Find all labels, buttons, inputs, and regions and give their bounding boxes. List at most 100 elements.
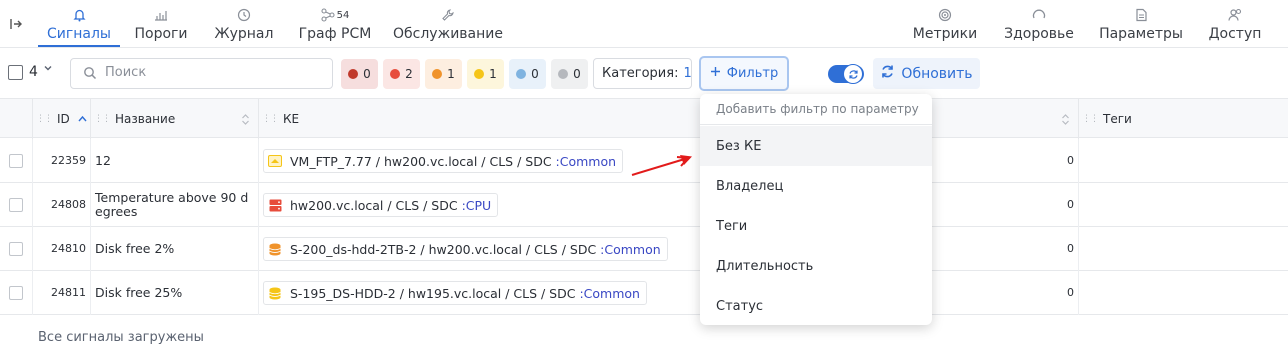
row-checkbox[interactable] — [9, 198, 23, 212]
annotation-arrow — [631, 155, 692, 176]
drag-handle-icon[interactable]: ⋮⋮ — [262, 114, 279, 124]
ke-type: :CPU — [461, 197, 492, 213]
ke-type: :Common — [579, 285, 640, 301]
column-divider — [90, 227, 91, 271]
tab-parameters[interactable]: Параметры — [1099, 0, 1183, 48]
chevron-down-icon[interactable] — [43, 63, 53, 76]
row-value: 0 — [1067, 286, 1074, 299]
signal-name: Temperature above 90 degrees — [95, 190, 249, 219]
tab-access[interactable]: Доступ — [1207, 0, 1263, 48]
selected-count: 4 — [29, 64, 38, 80]
column-divider — [258, 227, 259, 271]
ke-link[interactable]: S-195_DS-HDD-2 / hw195.vc.local / CLS / … — [263, 281, 647, 305]
ke-link[interactable]: S-200_ds-hdd-2TB-2 / hw200.vc.local / CL… — [263, 237, 668, 261]
sort-icon[interactable] — [1061, 113, 1070, 126]
column-header-ke[interactable]: ⋮⋮ КЕ — [262, 99, 1076, 139]
drag-handle-icon[interactable]: ⋮⋮ — [94, 114, 111, 124]
category-label: Категория: — [602, 66, 679, 81]
signal-name: Disk free 25% — [95, 285, 183, 300]
category-button[interactable]: Категория: 1 — [593, 58, 692, 89]
severity-count: 1 — [489, 67, 497, 81]
filter-option-owner[interactable]: Владелец — [700, 166, 932, 206]
active-tab-indicator — [38, 45, 120, 47]
sort-ascending-icon[interactable] — [78, 115, 87, 123]
severity-filter-high[interactable]: 2 — [383, 59, 420, 89]
column-divider — [258, 183, 259, 227]
table-row[interactable]: 24808 Temperature above 90 degrees hw200… — [0, 183, 1288, 227]
table-row[interactable]: 24810 Disk free 2% S-200_ds-hdd-2TB-2 / … — [0, 227, 1288, 271]
column-divider — [32, 227, 33, 271]
severity-count: 0 — [531, 67, 539, 81]
filter-label: Фильтр — [726, 66, 779, 81]
tab-label: Доступ — [1208, 26, 1262, 42]
refresh-icon — [843, 64, 863, 84]
tab-metrics[interactable]: Метрики — [912, 0, 978, 48]
refresh-button[interactable]: Обновить — [873, 58, 980, 89]
row-checkbox[interactable] — [9, 286, 23, 300]
column-divider — [1078, 99, 1079, 139]
signal-name: Disk free 2% — [95, 241, 175, 256]
table-header: ⋮⋮ ID ⋮⋮ Название ⋮⋮ КЕ ⋮⋮ Теги — [0, 98, 1288, 139]
severity-filter-medium[interactable]: 1 — [425, 59, 462, 89]
column-divider — [1078, 227, 1079, 271]
vm-icon — [268, 155, 282, 168]
severity-count: 0 — [573, 67, 581, 81]
signal-id: 24808 — [51, 198, 86, 211]
document-icon — [1135, 7, 1148, 23]
tab-health[interactable]: Здоровье — [1003, 0, 1075, 48]
tab-label: Метрики — [912, 26, 978, 42]
toolbar: 4 0 2 1 1 0 0 Категория: 1 Фильтр — [0, 49, 1288, 97]
drag-handle-icon[interactable]: ⋮⋮ — [36, 114, 53, 124]
filter-option-status[interactable]: Статус — [700, 286, 932, 326]
severity-filter-low[interactable]: 1 — [467, 59, 504, 89]
top-navigation: Сигналы Пороги Журнал 54 Граф РСМ Обслуж… — [0, 0, 1288, 48]
severity-filter-critical[interactable]: 0 — [341, 59, 378, 89]
tab-maintenance[interactable]: Обслуживание — [393, 0, 503, 48]
bar-chart-icon — [154, 7, 168, 23]
column-label: Название — [115, 112, 176, 126]
tab-label: Пороги — [134, 26, 188, 42]
select-all-checkbox[interactable] — [8, 65, 23, 80]
tab-thresholds[interactable]: Пороги — [134, 0, 188, 48]
filter-option-duration[interactable]: Длительность — [700, 246, 932, 286]
filter-option-no-ke[interactable]: Без КЕ — [700, 126, 932, 166]
tab-label: Журнал — [214, 26, 274, 42]
graph-badge: 54 — [336, 9, 350, 21]
tab-graph[interactable]: 54 Граф РСМ — [298, 0, 372, 48]
signal-name: 12 — [95, 153, 111, 168]
column-divider — [258, 99, 259, 139]
load-status: Все сигналы загружены — [38, 330, 204, 345]
table-row[interactable]: 24811 Disk free 25% S-195_DS-HDD-2 / hw1… — [0, 271, 1288, 315]
add-filter-button[interactable]: Фильтр — [699, 56, 789, 91]
column-header-name[interactable]: ⋮⋮ Название — [94, 99, 256, 139]
column-label: ID — [57, 112, 70, 126]
severity-filter-info[interactable]: 0 — [509, 59, 546, 89]
severity-filter-unknown[interactable]: 0 — [551, 59, 588, 89]
auto-refresh-toggle[interactable] — [828, 64, 864, 84]
plus-icon — [710, 66, 721, 81]
ke-link[interactable]: VM_FTP_7.77 / hw200.vc.local / CLS / SDC… — [263, 149, 624, 173]
ke-type: :Common — [600, 241, 661, 257]
tab-journal[interactable]: Журнал — [213, 0, 275, 48]
row-checkbox[interactable] — [9, 242, 23, 256]
circle-icon — [1032, 7, 1046, 23]
severity-dot — [432, 69, 443, 79]
column-divider — [90, 271, 91, 315]
server-icon — [268, 199, 282, 212]
bell-icon — [72, 7, 86, 23]
ke-path: S-195_DS-HDD-2 / hw195.vc.local / CLS / … — [290, 285, 576, 301]
row-checkbox[interactable] — [9, 154, 23, 168]
expand-sidebar-icon[interactable] — [0, 6, 32, 42]
drag-handle-icon[interactable]: ⋮⋮ — [1082, 114, 1099, 124]
column-label: Теги — [1103, 112, 1132, 126]
search-input[interactable] — [105, 65, 325, 80]
filter-option-tags[interactable]: Теги — [700, 206, 932, 246]
column-header-tags[interactable]: ⋮⋮ Теги — [1082, 99, 1282, 139]
sort-icon[interactable] — [241, 113, 250, 126]
row-value: 0 — [1067, 198, 1074, 211]
ke-link[interactable]: hw200.vc.local / CLS / SDC :CPU — [263, 193, 499, 217]
refresh-label: Обновить — [901, 65, 973, 82]
signal-id: 24811 — [51, 286, 86, 299]
column-header-id[interactable]: ⋮⋮ ID — [36, 99, 88, 139]
tab-signals[interactable]: Сигналы — [38, 0, 120, 48]
